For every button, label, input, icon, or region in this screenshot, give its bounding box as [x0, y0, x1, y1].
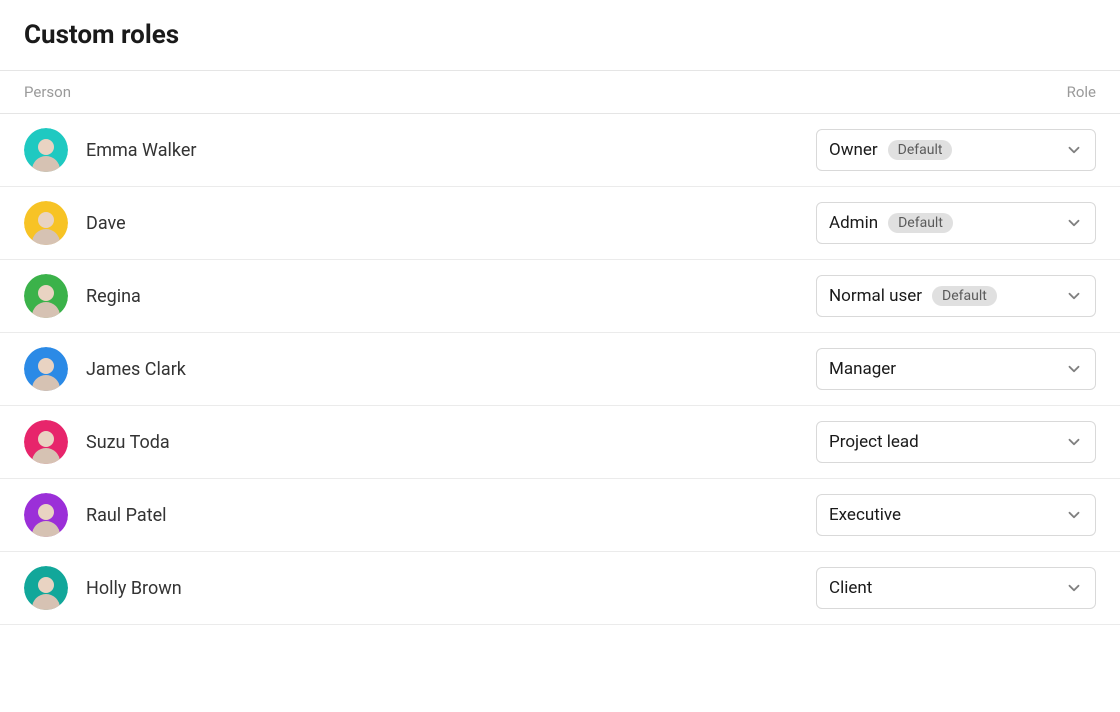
role-label: Manager [829, 359, 896, 379]
table-row: Regina Normal user Default [0, 260, 1120, 333]
role-cell: Admin Default [816, 202, 1096, 244]
role-label: Owner [829, 140, 878, 160]
person-name: Holly Brown [86, 578, 182, 599]
role-label: Client [829, 578, 872, 598]
chevron-down-icon [1065, 141, 1083, 159]
role-select[interactable]: Normal user Default [816, 275, 1096, 317]
role-select[interactable]: Manager Default [816, 348, 1096, 390]
person-name: Raul Patel [86, 505, 167, 526]
avatar [24, 274, 68, 318]
table-row: James Clark Manager Default [0, 333, 1120, 406]
person-cell: Dave [24, 201, 816, 245]
role-cell: Normal user Default [816, 275, 1096, 317]
table-row: Dave Admin Default [0, 187, 1120, 260]
table-row: Holly Brown Client Default [0, 552, 1120, 625]
role-cell: Owner Default [816, 129, 1096, 171]
role-label: Executive [829, 505, 901, 525]
table-row: Suzu Toda Project lead Default [0, 406, 1120, 479]
role-select[interactable]: Executive Default [816, 494, 1096, 536]
roles-table: Person Role Emma Walker Owner Default [0, 70, 1120, 625]
role-label: Normal user [829, 286, 922, 306]
chevron-down-icon [1065, 506, 1083, 524]
avatar [24, 420, 68, 464]
chevron-down-icon [1065, 360, 1083, 378]
chevron-down-icon [1065, 287, 1083, 305]
page-title: Custom roles [0, 20, 1120, 70]
table-row: Emma Walker Owner Default [0, 114, 1120, 187]
chevron-down-icon [1065, 579, 1083, 597]
role-select[interactable]: Client Default [816, 567, 1096, 609]
person-cell: Emma Walker [24, 128, 816, 172]
person-cell: Regina [24, 274, 816, 318]
role-cell: Project lead Default [816, 421, 1096, 463]
role-cell: Client Default [816, 567, 1096, 609]
chevron-down-icon [1065, 214, 1083, 232]
person-name: Dave [86, 213, 126, 234]
chevron-down-icon [1065, 433, 1083, 451]
role-select[interactable]: Admin Default [816, 202, 1096, 244]
role-cell: Executive Default [816, 494, 1096, 536]
avatar [24, 493, 68, 537]
person-cell: Holly Brown [24, 566, 816, 610]
role-select[interactable]: Owner Default [816, 129, 1096, 171]
default-badge: Default [888, 213, 953, 233]
table-row: Raul Patel Executive Default [0, 479, 1120, 552]
default-badge: Default [932, 286, 997, 306]
person-name: Emma Walker [86, 140, 197, 161]
person-cell: James Clark [24, 347, 816, 391]
role-label: Admin [829, 213, 878, 233]
column-header-role: Role [816, 83, 1096, 101]
role-cell: Manager Default [816, 348, 1096, 390]
avatar [24, 347, 68, 391]
person-name: Regina [86, 286, 141, 307]
role-select[interactable]: Project lead Default [816, 421, 1096, 463]
role-label: Project lead [829, 432, 919, 452]
table-header: Person Role [0, 70, 1120, 114]
person-name: James Clark [86, 359, 186, 380]
column-header-person: Person [24, 83, 816, 101]
person-name: Suzu Toda [86, 432, 170, 453]
default-badge: Default [888, 140, 953, 160]
avatar [24, 201, 68, 245]
person-cell: Suzu Toda [24, 420, 816, 464]
avatar [24, 566, 68, 610]
avatar [24, 128, 68, 172]
person-cell: Raul Patel [24, 493, 816, 537]
